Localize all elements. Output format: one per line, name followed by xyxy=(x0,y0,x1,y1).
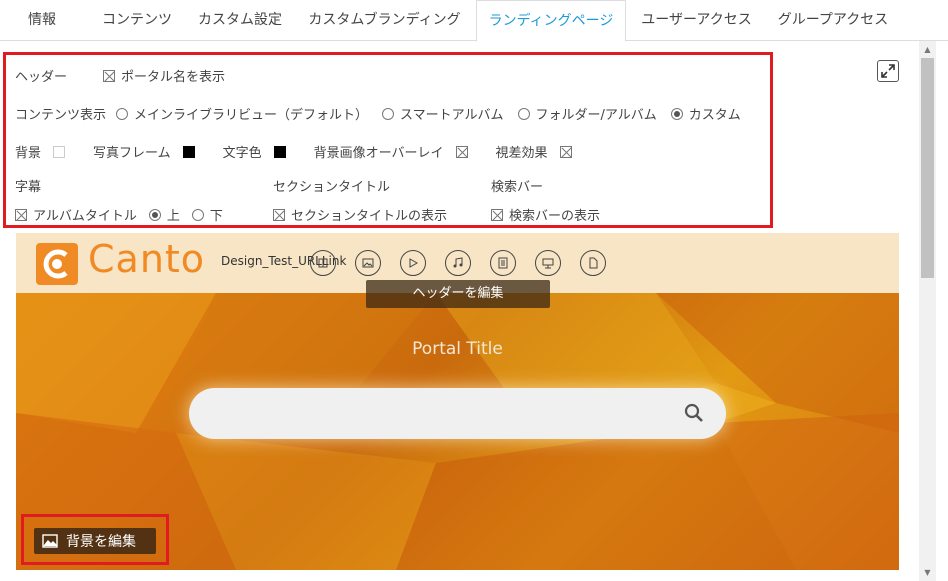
tab-group-access[interactable]: グループアクセス xyxy=(768,0,898,41)
tab-content[interactable]: コンテンツ xyxy=(92,0,182,41)
album-title-checkbox[interactable] xyxy=(15,208,27,221)
content-option-smart-album-radio[interactable] xyxy=(382,107,395,120)
photo-frame-label: 写真フレーム xyxy=(93,146,171,161)
scroll-thumb[interactable] xyxy=(921,58,934,278)
expand-preview-button[interactable] xyxy=(877,60,899,82)
search-bar-label: 検索バー xyxy=(491,180,544,195)
header-row: ヘッダー ポータル名を表示 xyxy=(15,66,225,85)
content-option-custom-label: カスタム xyxy=(688,108,741,123)
search-bar-row: 検索バーの表示 xyxy=(491,205,600,224)
canto-logo-icon xyxy=(36,243,78,285)
canto-logo-text: Canto xyxy=(88,237,206,281)
text-color-swatch[interactable] xyxy=(273,145,286,158)
edit-header-button[interactable]: ヘッダーを編集 xyxy=(366,280,550,308)
text-color-label: 文字色 xyxy=(222,146,262,161)
video-icon[interactable] xyxy=(400,250,426,276)
edit-background-highlight: 背景を編集 xyxy=(21,514,169,565)
content-display-label: コンテンツ表示 xyxy=(15,108,107,123)
image-icon xyxy=(42,534,58,548)
content-option-folder-album-radio[interactable] xyxy=(517,107,530,120)
tab-custom-branding[interactable]: カスタムブランディング xyxy=(302,0,467,41)
caption-position-top-radio[interactable] xyxy=(148,208,161,221)
document-icon[interactable] xyxy=(490,250,516,276)
search-icon[interactable] xyxy=(684,403,704,423)
tab-user-access[interactable]: ユーザーアクセス xyxy=(634,0,759,41)
section-title-row: セクションタイトルの表示 xyxy=(273,205,447,224)
tab-info[interactable]: 情報 xyxy=(12,0,72,41)
search-bar-heading: 検索バー xyxy=(491,176,543,195)
file-icon[interactable] xyxy=(580,250,606,276)
header-label: ヘッダー xyxy=(15,70,68,85)
section-title-heading: セクションタイトル xyxy=(273,176,390,195)
all-icon[interactable] xyxy=(310,250,336,276)
caption-label: 字幕 xyxy=(15,180,42,195)
photo-frame-color-swatch[interactable] xyxy=(182,145,195,158)
content-option-main-library-radio[interactable] xyxy=(116,107,129,120)
show-search-bar-checkbox[interactable] xyxy=(491,208,503,221)
caption-row: アルバムタイトル 上 下 xyxy=(15,205,223,224)
show-section-title-checkbox[interactable] xyxy=(273,208,285,221)
scroll-up-arrow-icon[interactable]: ▲ xyxy=(919,41,936,58)
overlay-label: 背景画像オーバーレイ xyxy=(313,146,444,161)
edit-background-label: 背景を編集 xyxy=(66,534,136,550)
image-icon[interactable] xyxy=(355,250,381,276)
tab-custom-settings[interactable]: カスタム設定 xyxy=(190,0,290,41)
tab-landing-page[interactable]: ランディングページ xyxy=(476,0,626,42)
background-label: 背景 xyxy=(15,146,42,161)
album-title-label: アルバムタイトル xyxy=(33,209,137,224)
caption-heading: 字幕 xyxy=(15,176,41,195)
content-option-custom-radio[interactable] xyxy=(670,107,683,120)
scroll-down-arrow-icon[interactable]: ▼ xyxy=(919,564,936,581)
vertical-scrollbar[interactable]: ▲ ▼ xyxy=(919,41,936,581)
content-option-smart-album-label: スマートアルバム xyxy=(400,108,504,123)
presentation-icon[interactable] xyxy=(535,250,561,276)
show-section-title-label: セクションタイトルの表示 xyxy=(291,209,448,224)
caption-position-bottom-label: 下 xyxy=(209,209,223,224)
appearance-row: 背景 写真フレーム 文字色 背景画像オーバーレイ 視差効果 xyxy=(15,142,578,161)
portal-title: Portal Title xyxy=(412,339,503,359)
parallax-label: 視差効果 xyxy=(495,146,548,161)
overlay-checkbox[interactable] xyxy=(455,145,468,158)
audio-icon[interactable] xyxy=(445,250,471,276)
expand-icon xyxy=(881,64,895,78)
content-option-folder-album-label: フォルダー/アルバム xyxy=(535,108,657,123)
parallax-checkbox[interactable] xyxy=(559,145,572,158)
show-portal-name-checkbox[interactable] xyxy=(103,69,116,82)
show-portal-name-label: ポータル名を表示 xyxy=(121,70,226,85)
tab-bar: 情報 コンテンツ カスタム設定 カスタムブランディング ランディングページ ユー… xyxy=(0,0,948,42)
caption-position-top-label: 上 xyxy=(166,209,180,224)
content-display-row: コンテンツ表示 メインライブラリビュー（デフォルト） スマートアルバム フォルダ… xyxy=(15,104,741,123)
content-option-main-library-label: メインライブラリビュー（デフォルト） xyxy=(134,108,369,123)
show-search-bar-label: 検索バーの表示 xyxy=(509,209,601,224)
edit-background-button[interactable]: 背景を編集 xyxy=(34,528,156,554)
portal-search-input[interactable] xyxy=(189,388,726,439)
caption-position-bottom-radio[interactable] xyxy=(191,208,204,221)
background-color-swatch[interactable] xyxy=(53,145,66,158)
section-title-label: セクションタイトル xyxy=(273,180,391,195)
